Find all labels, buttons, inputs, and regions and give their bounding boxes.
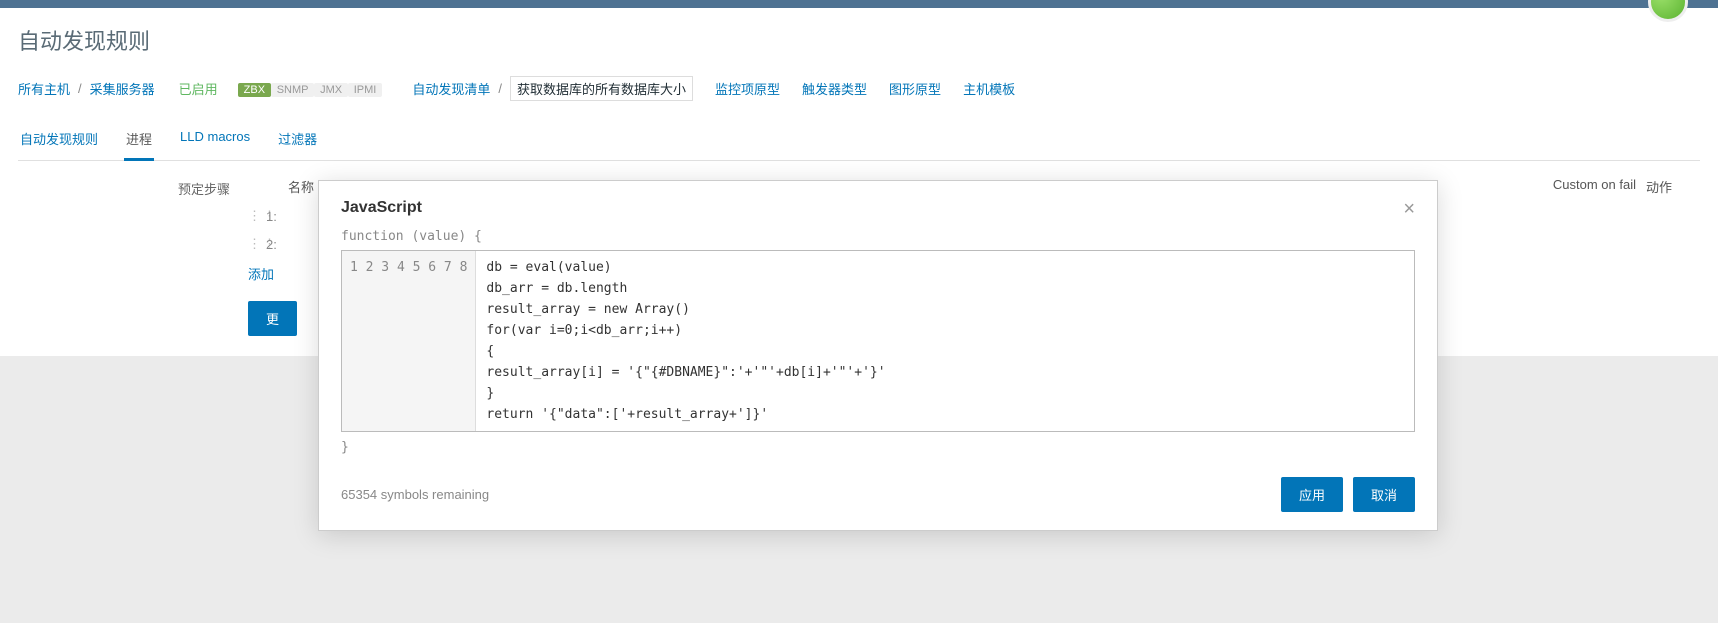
drag-handle-icon[interactable]: ⋮⋮ (248, 208, 266, 224)
func-close: } (341, 440, 1415, 455)
bc-discovery-list[interactable]: 自动发现清单 (412, 79, 490, 98)
bc-all-hosts[interactable]: 所有主机 (18, 79, 70, 98)
tab-rule[interactable]: 自动发现规则 (18, 119, 100, 160)
func-open: function (value) { (341, 229, 1415, 244)
link-host-tpl[interactable]: 主机模板 (963, 79, 1015, 98)
link-graph-proto[interactable]: 图形原型 (889, 79, 941, 98)
page-title: 自动发现规则 (18, 24, 1700, 56)
apply-button[interactable]: 应用 (1281, 477, 1343, 512)
col-action: 动作 (1636, 177, 1696, 196)
left-label: 预定步骤 (18, 177, 248, 336)
link-trigger-proto[interactable]: 触发器类型 (802, 79, 867, 98)
bc-sep: / (78, 81, 82, 96)
tag-snmp: SNMP (271, 83, 315, 97)
link-item-proto[interactable]: 监控项原型 (715, 79, 780, 98)
line-number-gutter: 1 2 3 4 5 6 7 8 (342, 251, 476, 431)
breadcrumb: 所有主机 / 采集服务器 已启用 ZBX SNMP JMX IPMI 自动发现清… (18, 76, 1700, 101)
row-num: 1: (266, 209, 288, 224)
code-text[interactable]: db = eval(value) db_arr = db.length resu… (476, 251, 1414, 431)
subtabs: 自动发现规则 进程 LLD macros 过滤器 (18, 119, 1700, 161)
bc-sep2: / (498, 81, 502, 96)
tag-jmx: JMX (314, 83, 348, 97)
top-nav-bar (0, 0, 1718, 8)
update-button[interactable]: 更 (248, 301, 297, 336)
bc-rule-name: 获取数据库的所有数据库大小 (510, 76, 693, 101)
javascript-modal: JavaScript × function (value) { 1 2 3 4 … (318, 180, 1438, 531)
tab-lld[interactable]: LLD macros (178, 119, 252, 160)
col-cof: Custom on fail (1526, 177, 1636, 196)
modal-title: JavaScript (341, 199, 422, 217)
row-num: 2: (266, 237, 288, 252)
tab-filter[interactable]: 过滤器 (276, 119, 319, 160)
cancel-button[interactable]: 取消 (1353, 477, 1415, 512)
close-icon[interactable]: × (1403, 199, 1415, 219)
code-editor[interactable]: 1 2 3 4 5 6 7 8 db = eval(value) db_arr … (341, 250, 1415, 432)
drag-handle-icon[interactable]: ⋮⋮ (248, 236, 266, 252)
status-enabled: 已启用 (179, 79, 218, 98)
tag-zbx[interactable]: ZBX (238, 83, 271, 97)
tab-process[interactable]: 进程 (124, 119, 154, 161)
add-step-link[interactable]: 添加 (248, 264, 274, 283)
bc-collect-server[interactable]: 采集服务器 (90, 79, 155, 98)
tag-ipmi: IPMI (348, 83, 383, 97)
symbols-remaining: 65354 symbols remaining (341, 487, 489, 502)
nav-links: 监控项原型 触发器类型 图形原型 主机模板 (715, 79, 1015, 98)
